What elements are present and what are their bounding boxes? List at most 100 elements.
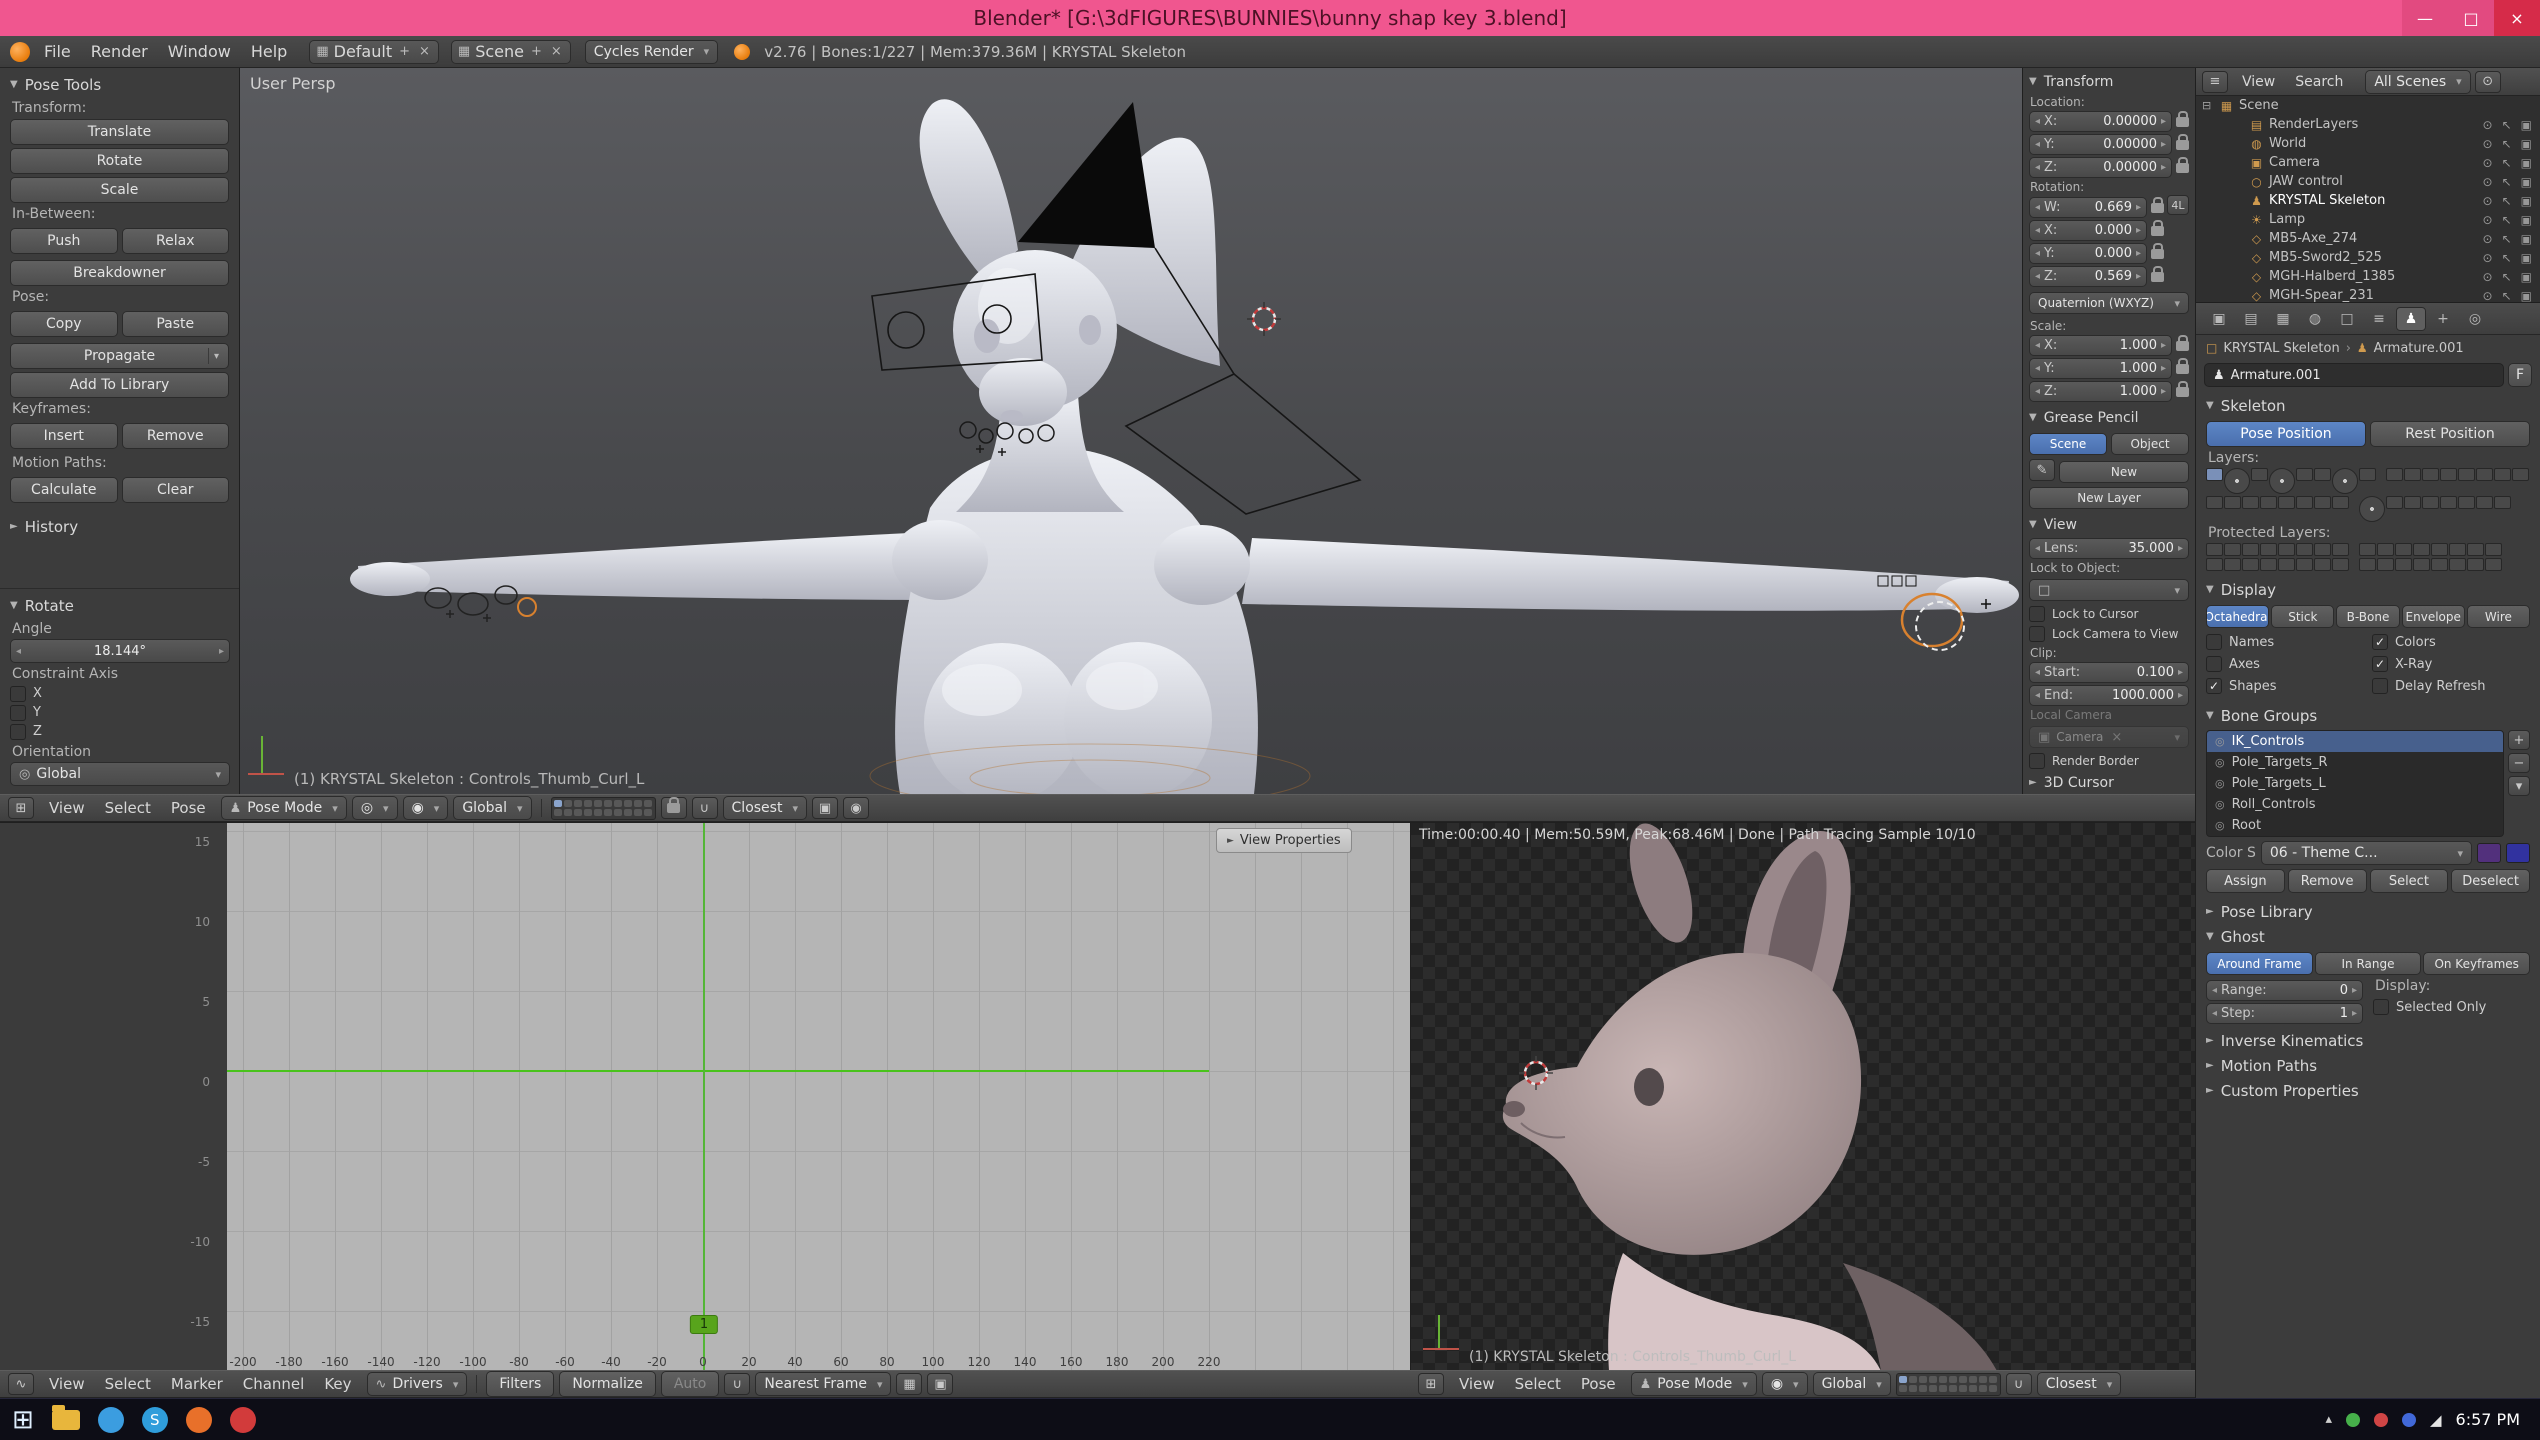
- selectability-icon[interactable]: [2502, 118, 2512, 132]
- display-checkbox-row[interactable]: X-Ray: [2372, 653, 2530, 675]
- bone-groups-panel-header[interactable]: Bone Groups: [2206, 703, 2530, 728]
- color-swatch-select[interactable]: [2506, 843, 2530, 863]
- axis-checkbox-row[interactable]: Z: [10, 722, 230, 741]
- deselect-button[interactable]: Deselect: [2451, 869, 2530, 893]
- angle-slider[interactable]: 18.144°: [10, 639, 230, 663]
- outliner-item-label[interactable]: MGH-Spear_231: [2269, 288, 2374, 302]
- renderability-icon[interactable]: [2521, 251, 2532, 265]
- display-checkbox-row[interactable]: Delay Refresh: [2372, 675, 2530, 697]
- ghost-step-field[interactable]: Step: 1: [2206, 1003, 2363, 1024]
- scene-layers-widget[interactable]: [551, 797, 656, 820]
- selectability-icon[interactable]: [2502, 289, 2512, 303]
- transform-orientation-select[interactable]: Global: [1813, 1372, 1891, 1396]
- lock-camera-row[interactable]: Lock Camera to View: [2029, 624, 2189, 644]
- shading-select[interactable]: ◉: [1762, 1372, 1808, 1396]
- add-scene-button[interactable]: +: [529, 44, 544, 59]
- lock-to-cursor-row[interactable]: Lock to Cursor: [2029, 604, 2189, 624]
- local-camera-field[interactable]: ▣ Camera ×: [2029, 726, 2189, 748]
- renderability-icon[interactable]: [2521, 175, 2532, 189]
- auto-normalize-button[interactable]: Auto: [661, 1371, 720, 1397]
- outliner-row[interactable]: ▤ RenderLayers: [2196, 115, 2540, 134]
- visibility-eye-icon[interactable]: [2483, 118, 2493, 132]
- shading-select[interactable]: ◉: [403, 796, 449, 820]
- firefox-icon[interactable]: [186, 1407, 212, 1433]
- selectability-icon[interactable]: [2502, 194, 2512, 208]
- editor-type-icon[interactable]: ∿: [8, 1373, 34, 1395]
- lock-icon[interactable]: [2176, 387, 2189, 397]
- display-mode-button[interactable]: Wire: [2467, 605, 2530, 628]
- start-button[interactable]: ⊞: [12, 1405, 34, 1435]
- remove-keyframe-button[interactable]: Remove: [122, 423, 230, 449]
- gp-scene-toggle[interactable]: Scene: [2029, 433, 2107, 455]
- current-frame-badge[interactable]: 1: [690, 1315, 718, 1334]
- minimize-button[interactable]: —: [2402, 0, 2448, 36]
- menu-item[interactable]: Select: [1505, 1375, 1571, 1393]
- viewport-3d[interactable]: User Persp (1) KRYSTAL Skeleton : Contro…: [240, 68, 2022, 794]
- add-layout-button[interactable]: +: [397, 44, 412, 59]
- menu-item[interactable]: View: [2232, 74, 2285, 90]
- menu-item[interactable]: Help: [241, 42, 297, 61]
- breadcrumb-data[interactable]: Armature.001: [2374, 341, 2464, 356]
- location-field[interactable]: X: 0.00000: [2029, 111, 2172, 132]
- ghost-mode-button[interactable]: In Range: [2315, 952, 2422, 975]
- fake-user-button[interactable]: F: [2508, 363, 2532, 387]
- axis-checkbox-row[interactable]: Y: [10, 703, 230, 722]
- tab-render-icon[interactable]: ▣: [2204, 307, 2234, 331]
- outliner-item-label[interactable]: MB5-Sword2_525: [2269, 250, 2382, 265]
- rotation-field[interactable]: Z: 0.569: [2029, 266, 2147, 287]
- bone-group-row[interactable]: Pole_Targets_L: [2207, 773, 2503, 794]
- rotation-field[interactable]: X: 0.000: [2029, 220, 2147, 241]
- display-checkbox[interactable]: [2206, 634, 2222, 650]
- outliner-row[interactable]: ○ JAW control: [2196, 172, 2540, 191]
- editor-type-icon[interactable]: ⊞: [1418, 1373, 1444, 1395]
- rotation-field-row[interactable]: W: 0.669: [2029, 197, 2164, 218]
- ghost-mode-button[interactable]: On Keyframes: [2423, 952, 2530, 975]
- scene-layers-widget[interactable]: [1896, 1373, 2001, 1396]
- bone-group-row[interactable]: IK_Controls: [2207, 731, 2503, 752]
- fcurve-line[interactable]: [227, 1070, 1209, 1072]
- remove-button[interactable]: Remove: [2288, 869, 2367, 893]
- snap-mode-select[interactable]: Closest: [723, 796, 807, 820]
- scale-field[interactable]: Z: 1.000: [2029, 381, 2172, 402]
- rotation-field-row[interactable]: Y: 0.000: [2029, 243, 2164, 264]
- graph-mode-select[interactable]: ∿ Drivers: [367, 1372, 468, 1396]
- snap-magnet-icon[interactable]: ∪: [2006, 1373, 2032, 1395]
- lock-camera-checkbox[interactable]: [2029, 626, 2045, 642]
- clear-camera-button[interactable]: ×: [2109, 730, 2124, 745]
- renderability-icon[interactable]: [2521, 156, 2532, 170]
- select-button[interactable]: Select: [2370, 869, 2449, 893]
- scale-field[interactable]: X: 1.000: [2029, 335, 2172, 356]
- collapsed-panel-header[interactable]: Inverse Kinematics: [2206, 1028, 2530, 1053]
- collapsed-panel-header[interactable]: Motion Paths: [2206, 1053, 2530, 1078]
- menu-item[interactable]: Marker: [161, 1375, 233, 1393]
- display-checkbox[interactable]: [2372, 656, 2388, 672]
- outliner-item-label[interactable]: MGH-Halberd_1385: [2269, 269, 2395, 284]
- tray-status-green-icon[interactable]: [2346, 1413, 2360, 1427]
- normalize-button[interactable]: Normalize: [559, 1371, 656, 1397]
- menu-item[interactable]: Search: [2285, 74, 2353, 90]
- scale-field-row[interactable]: Z: 1.000: [2029, 381, 2189, 402]
- mode-select[interactable]: ♟ Pose Mode: [221, 796, 347, 820]
- collapsed-panel-header[interactable]: Custom Properties: [2206, 1078, 2530, 1103]
- calculate-paths-button[interactable]: Calculate: [10, 477, 118, 503]
- gp-new-button[interactable]: New: [2059, 461, 2189, 483]
- armature-layers-row2[interactable]: [2206, 496, 2530, 522]
- render-preview-viewport[interactable]: Time:00:00.40 | Mem:50.59M, Peak:68.46M …: [1410, 822, 2195, 1370]
- rotate-operator-header[interactable]: Rotate: [10, 593, 230, 618]
- view-panel-header[interactable]: View: [2029, 513, 2189, 536]
- snap-magnet-icon[interactable]: ∪: [724, 1373, 750, 1395]
- menu-item[interactable]: View: [1449, 1375, 1505, 1393]
- axis-checkbox[interactable]: [10, 686, 26, 702]
- pivot-select[interactable]: ◎: [352, 796, 398, 820]
- blender-logo-icon[interactable]: [10, 42, 30, 62]
- outliner-item-label[interactable]: KRYSTAL Skeleton: [2269, 193, 2385, 208]
- bone-group-row[interactable]: Roll_Controls: [2207, 794, 2503, 815]
- protected-layers-row2[interactable]: [2206, 558, 2530, 571]
- outliner-row[interactable]: ◍ World: [2196, 134, 2540, 153]
- ghost-mode-button[interactable]: Around Frame: [2206, 952, 2313, 975]
- tab-armature-data-icon[interactable]: ♟: [2396, 307, 2426, 331]
- selectability-icon[interactable]: [2502, 213, 2512, 227]
- outliner-row[interactable]: ◇ MGH-Spear_231: [2196, 286, 2540, 302]
- lock-icon[interactable]: [2151, 203, 2164, 213]
- ear-bone-triangle[interactable]: [1018, 102, 1155, 248]
